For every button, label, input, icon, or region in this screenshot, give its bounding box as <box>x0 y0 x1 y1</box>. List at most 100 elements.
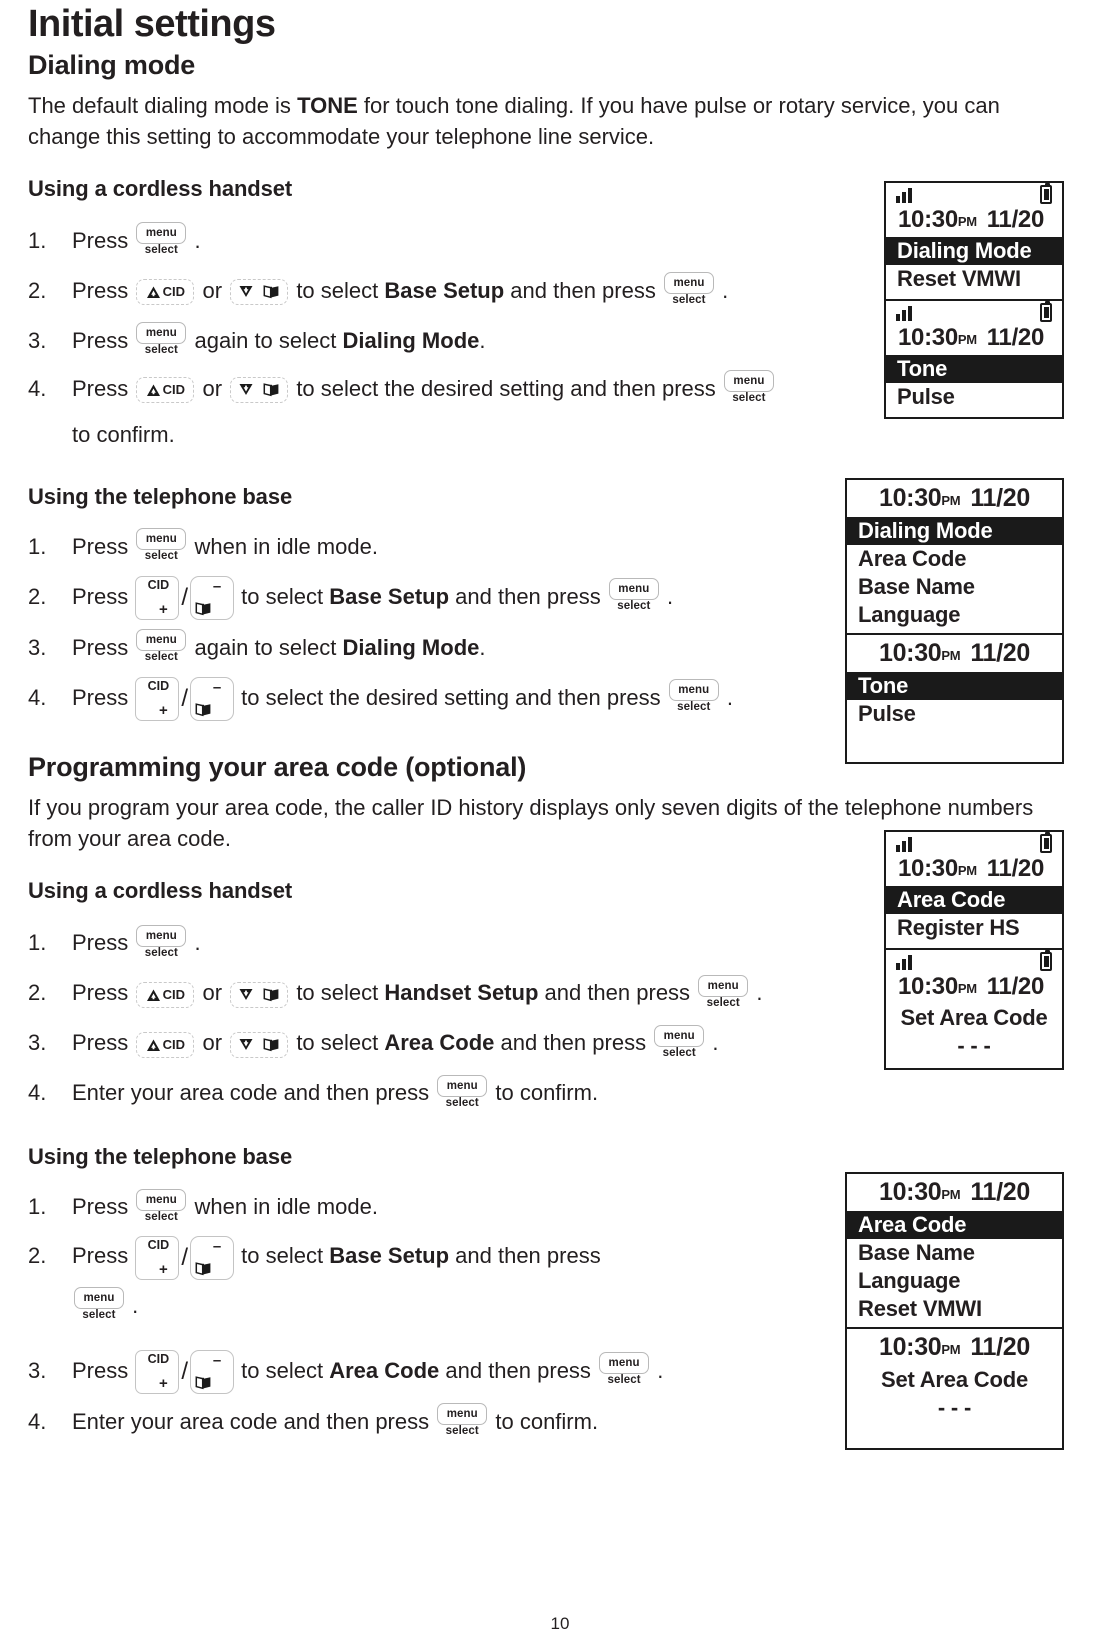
lcd-date: 11/20 <box>986 855 1045 882</box>
step-text-tail: . <box>479 635 486 661</box>
lcd-screen: 10:30PM 11/20 Dialing Mode Reset VMWI <box>886 183 1062 299</box>
down-directory-key[interactable] <box>230 377 289 404</box>
lcd-status-bar <box>886 950 1062 972</box>
down-directory-key[interactable] <box>230 279 289 306</box>
intro-bold-tone: TONE <box>297 93 358 118</box>
menu-select-key[interactable]: menu select <box>136 629 187 669</box>
menu-select-key[interactable]: menu select <box>668 679 719 719</box>
document-page: Initial settings Dialing mode The defaul… <box>0 0 1120 1650</box>
lcd-menu-row[interactable]: Pulse <box>847 700 1062 728</box>
lcd-menu-row[interactable]: Base Name <box>847 573 1062 601</box>
menu-select-key[interactable]: menu select <box>136 322 187 362</box>
cid-key-label: CID <box>147 1237 170 1252</box>
select-key-label: select <box>445 1424 479 1437</box>
lcd-illustration-base-dialing: 10:30PM 11/20 Dialing Mode Area Code Base… <box>845 478 1064 764</box>
lcd-ampm: PM <box>941 493 961 508</box>
lcd-menu-row[interactable]: Reset VMWI <box>886 265 1062 299</box>
step-text: Press <box>72 376 129 401</box>
step-bold-term: Dialing Mode <box>342 635 480 661</box>
menu-select-key[interactable]: menu select <box>437 1402 488 1443</box>
select-key-label: select <box>672 294 706 307</box>
step-text: to select <box>296 278 385 303</box>
select-key-label: select <box>144 550 178 563</box>
lcd-menu-row-selected[interactable]: Area Code <box>886 886 1062 914</box>
base-minus-directory-key[interactable]: – <box>190 576 235 621</box>
step-text: to select the desired setting and then p… <box>241 685 661 711</box>
select-key-label: select <box>82 1308 116 1321</box>
menu-select-key[interactable]: menu select <box>136 222 187 262</box>
lcd-ampm: PM <box>957 214 977 229</box>
triangle-up-icon <box>146 1038 161 1053</box>
lcd-entry-field[interactable]: - - - <box>847 1394 1062 1422</box>
lcd-menu-row[interactable]: Base Name <box>847 1239 1062 1267</box>
key-separator: / <box>181 584 189 612</box>
lcd-time: 10:30 <box>878 1333 942 1361</box>
menu-select-key[interactable]: menu select <box>654 1024 705 1065</box>
menu-select-key[interactable]: menu select <box>74 1286 124 1327</box>
menu-select-key[interactable]: menu select <box>723 370 774 410</box>
lcd-menu-row[interactable]: Register HS <box>886 914 1062 948</box>
menu-select-key[interactable]: menu select <box>136 1188 187 1229</box>
cid-key-label: CID <box>162 1036 186 1052</box>
menu-key-label: menu <box>74 1286 124 1309</box>
base-minus-directory-key[interactable]: – <box>190 677 235 722</box>
subheading-area-base: Using the telephone base <box>28 1144 293 1170</box>
base-cid-plus-key[interactable]: CID + <box>135 677 180 722</box>
menu-select-key[interactable]: menu select <box>663 272 714 312</box>
lcd-screen: 10:30PM 11/20 Tone Pulse <box>886 299 1062 417</box>
step-bold-term: Area Code <box>329 1357 440 1383</box>
select-key-label: select <box>144 344 178 357</box>
lcd-menu-row[interactable]: Reset VMWI <box>847 1295 1062 1327</box>
phonebook-icon <box>195 1375 212 1390</box>
lcd-date: 11/20 <box>986 973 1045 1000</box>
step-number: 3. <box>28 635 47 661</box>
step-text: again to select <box>194 328 343 353</box>
lcd-menu-row[interactable]: Area Code <box>847 545 1062 573</box>
lcd-illustration-base-area: 10:30PM 11/20 Area Code Base Name Languag… <box>845 1172 1064 1450</box>
lcd-menu-row-selected[interactable]: Dialing Mode <box>886 237 1062 265</box>
select-key-label: select <box>677 701 711 714</box>
lcd-entry-field[interactable]: - - - <box>886 1032 1062 1068</box>
step-bold-term: Area Code <box>384 1030 495 1056</box>
lcd-menu-row-selected[interactable]: Tone <box>886 355 1062 383</box>
menu-select-key[interactable]: menu select <box>136 924 187 965</box>
step-text: to select <box>296 1030 385 1056</box>
menu-key-label: menu <box>663 272 714 295</box>
down-directory-key[interactable] <box>230 1031 289 1058</box>
step-text-tail: . <box>726 685 734 711</box>
list-item: 4. Enter your area code and then press m… <box>28 1068 1092 1118</box>
step-text: Press <box>72 328 129 353</box>
cid-up-key[interactable]: CID <box>136 377 195 404</box>
step-text: Press <box>72 1357 129 1383</box>
lcd-menu-row[interactable]: Language <box>847 1267 1062 1295</box>
menu-select-key[interactable]: menu select <box>136 528 187 568</box>
down-directory-key[interactable] <box>230 981 289 1008</box>
cid-up-key[interactable]: CID <box>136 279 195 306</box>
lcd-menu-row[interactable]: Pulse <box>886 383 1062 417</box>
lcd-menu-row-selected[interactable]: Dialing Mode <box>847 517 1062 545</box>
menu-key-label: menu <box>698 974 749 997</box>
lcd-time: 10:30 <box>898 973 958 1000</box>
lcd-menu-row-selected[interactable]: Tone <box>847 672 1062 700</box>
base-cid-plus-key[interactable]: CID + <box>135 1349 180 1394</box>
base-cid-plus-key[interactable]: CID + <box>135 1235 180 1280</box>
select-key-label: select <box>662 1046 696 1059</box>
cid-up-key[interactable]: CID <box>136 981 195 1008</box>
base-minus-directory-key[interactable]: – <box>190 1349 235 1394</box>
step-number: 2. <box>28 980 47 1006</box>
base-cid-plus-key[interactable]: CID + <box>135 576 180 621</box>
menu-select-key[interactable]: menu select <box>608 578 659 618</box>
lcd-screen: 10:30PM 11/20 Set Area Code - - - <box>847 1327 1062 1448</box>
base-minus-directory-key[interactable]: – <box>190 1235 235 1280</box>
step-bold-term: Base Setup <box>384 278 505 303</box>
menu-select-key[interactable]: menu select <box>698 974 749 1015</box>
menu-select-key[interactable]: menu select <box>599 1351 650 1392</box>
minus-key-label: – <box>212 578 222 596</box>
lcd-time-row: 10:30PM 11/20 <box>847 480 1062 517</box>
menu-select-key[interactable]: menu select <box>437 1074 488 1115</box>
step-text-tail: . <box>666 584 674 609</box>
lcd-menu-row-selected[interactable]: Area Code <box>847 1211 1062 1239</box>
cid-up-key[interactable]: CID <box>136 1031 195 1058</box>
lcd-menu-row[interactable]: Language <box>847 601 1062 633</box>
step-number: 3. <box>28 1030 47 1056</box>
